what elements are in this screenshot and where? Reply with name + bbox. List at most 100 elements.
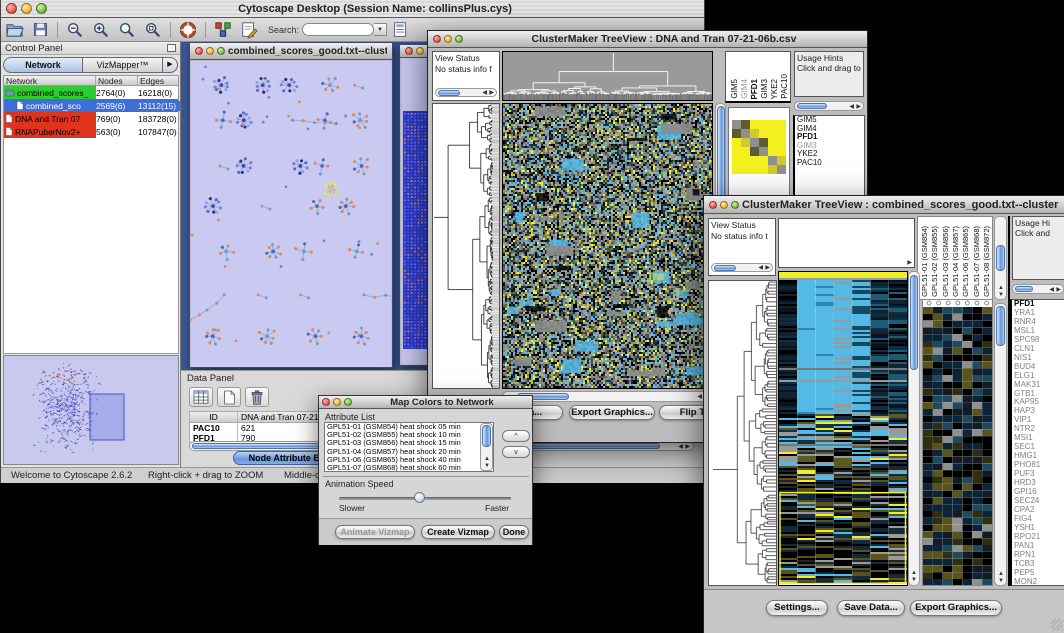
vizmapper-icon[interactable] (210, 20, 236, 40)
matrix-cell[interactable] (759, 129, 768, 138)
matrix-cell[interactable] (741, 129, 750, 138)
minimize-icon[interactable] (444, 35, 452, 43)
attribute-table-icon[interactable] (189, 387, 213, 407)
animation-speed-slider[interactable] (339, 497, 511, 500)
network-row[interactable]: combined_scores_2764(0)16218(0) (4, 86, 178, 99)
matrix-cell[interactable] (732, 147, 741, 156)
delete-attribute-trash-icon[interactable] (245, 387, 269, 407)
tv1-row-dendrogram[interactable] (432, 103, 500, 389)
network-row[interactable]: RNAPuberNov2+563(0)107847(0) (4, 125, 178, 138)
network-titlebar[interactable]: combined_scores_good.txt--cluste... (190, 43, 392, 60)
tv2-status-scrollbar[interactable]: ◀▶ (711, 263, 773, 272)
tv2-zoom-vscrollbar[interactable]: ▲▼ (994, 303, 1007, 586)
matrix-cell[interactable] (759, 165, 768, 174)
network-row[interactable]: DNA and Tran 07769(0)183728(0) (4, 112, 178, 125)
matrix-cell[interactable] (741, 138, 750, 147)
move-down-button[interactable]: v (502, 446, 530, 458)
matrix-cell[interactable] (777, 129, 786, 138)
tab-network[interactable]: Network (3, 57, 83, 73)
tv1-status-scrollbar[interactable]: ◀▶ (435, 88, 497, 97)
animate-vizmap-button[interactable]: Animate Vizmap (335, 525, 415, 539)
birdseye-canvas[interactable] (4, 356, 178, 464)
col-network[interactable]: Network (4, 76, 96, 85)
network-row[interactable]: combined_sco2569(6)13112(15) (4, 99, 178, 112)
zoom-window-icon[interactable] (217, 47, 225, 55)
matrix-cell[interactable] (768, 147, 777, 156)
tv2-labels-scrollbar[interactable]: ▲▼ (994, 216, 1007, 300)
matrix-cell[interactable] (750, 165, 759, 174)
tv1-heatmap[interactable] (502, 103, 713, 389)
matrix-cell[interactable] (732, 120, 741, 129)
resize-grip[interactable] (1051, 619, 1063, 631)
tv1-titlebar[interactable]: ClusterMaker TreeView : DNA and Tran 07-… (428, 31, 867, 48)
tv2-heatmap-vscrollbar[interactable]: ▲▼ (908, 271, 920, 586)
report-icon[interactable] (387, 20, 413, 40)
save-data-button[interactable]: Save Data... (837, 600, 905, 616)
tv2-titlebar[interactable]: ClusterMaker TreeView : combined_scores_… (704, 196, 1064, 214)
move-up-button[interactable]: ^ (502, 430, 530, 442)
search-dropdown-icon[interactable]: ▼ (374, 23, 387, 36)
open-file-icon[interactable] (1, 20, 27, 40)
minimize-icon[interactable] (720, 201, 728, 209)
matrix-cell[interactable] (741, 165, 750, 174)
tab-vizmapper[interactable]: VizMapper™ (83, 57, 163, 73)
gene-item[interactable]: PAC10 (795, 159, 864, 168)
settings-button[interactable]: Settings... (766, 600, 828, 616)
main-titlebar[interactable]: Cytoscape Desktop (Session Name: collins… (1, 0, 704, 18)
float-panel-icon[interactable] (167, 44, 176, 52)
minimize-icon[interactable] (206, 47, 214, 55)
tv1-hints-scrollbar[interactable]: ◀▶ (794, 101, 864, 111)
create-vizmap-button[interactable]: Create Vizmap (421, 525, 495, 539)
matrix-cell[interactable] (768, 120, 777, 129)
network-view-window[interactable]: combined_scores_good.txt--cluste... (189, 42, 393, 368)
export-graphics-button[interactable]: Export Graphics... (569, 405, 655, 420)
tab-overflow-arrow-icon[interactable]: ▶ (163, 57, 178, 73)
zoom-fit-icon[interactable] (114, 20, 140, 40)
close-icon[interactable] (6, 3, 17, 14)
matrix-cell[interactable] (732, 138, 741, 147)
col-nodes[interactable]: Nodes (96, 76, 138, 85)
matrix-cell[interactable] (750, 147, 759, 156)
zoom-window-icon[interactable] (455, 35, 463, 43)
matrix-cell[interactable] (741, 156, 750, 165)
matrix-cell[interactable] (732, 129, 741, 138)
matrix-cell[interactable] (759, 138, 768, 147)
tv2-gene-list[interactable]: PFD1YRA1RNR4MSL1SPC98CLN1NIS1BUD4ELG1MAK… (1010, 299, 1064, 586)
matrix-cell[interactable] (759, 147, 768, 156)
matrix-cell[interactable] (777, 165, 786, 174)
save-icon[interactable] (27, 20, 53, 40)
matrix-cell[interactable] (777, 156, 786, 165)
matrix-cell[interactable] (777, 138, 786, 147)
zoom-window-icon[interactable] (731, 201, 739, 209)
matrix-cell[interactable] (768, 165, 777, 174)
zoom-selected-icon[interactable] (140, 20, 166, 40)
matrix-cell[interactable] (759, 120, 768, 129)
done-button[interactable]: Done (499, 525, 529, 539)
new-attribute-icon[interactable] (217, 387, 241, 407)
matrix-cell[interactable] (768, 156, 777, 165)
attribute-item[interactable]: GPL51-07 (GSM868) heat shock 60 min (325, 464, 493, 472)
tv2-hints-scrollbar[interactable]: ◀▶ (1012, 284, 1064, 294)
zoom-out-icon[interactable] (62, 20, 88, 40)
close-icon[interactable] (709, 201, 717, 209)
tv2-zoom-heatmap[interactable] (922, 299, 993, 586)
matrix-cell[interactable] (732, 165, 741, 174)
birdseye-view[interactable] (3, 355, 179, 465)
minimize-icon[interactable] (21, 3, 32, 14)
tv2-row-dendrogram[interactable] (708, 280, 777, 586)
attribute-list[interactable]: GPL51-01 (GSM854) heat shock 05 minGPL51… (324, 422, 494, 472)
zoom-window-icon[interactable] (344, 398, 352, 406)
matrix-cell[interactable] (759, 156, 768, 165)
search-input[interactable] (302, 23, 374, 36)
matrix-cell[interactable] (768, 138, 777, 147)
matrix-cell[interactable] (750, 129, 759, 138)
minimize-icon[interactable] (416, 47, 424, 55)
help-lifering-icon[interactable] (175, 20, 201, 40)
close-icon[interactable] (433, 35, 441, 43)
gene-item[interactable]: MON2 (1012, 578, 1064, 586)
close-icon[interactable] (405, 47, 413, 55)
matrix-cell[interactable] (750, 138, 759, 147)
matrix-cell[interactable] (768, 129, 777, 138)
matrix-cell[interactable] (732, 156, 741, 165)
tv2-heatmap[interactable] (778, 271, 908, 586)
